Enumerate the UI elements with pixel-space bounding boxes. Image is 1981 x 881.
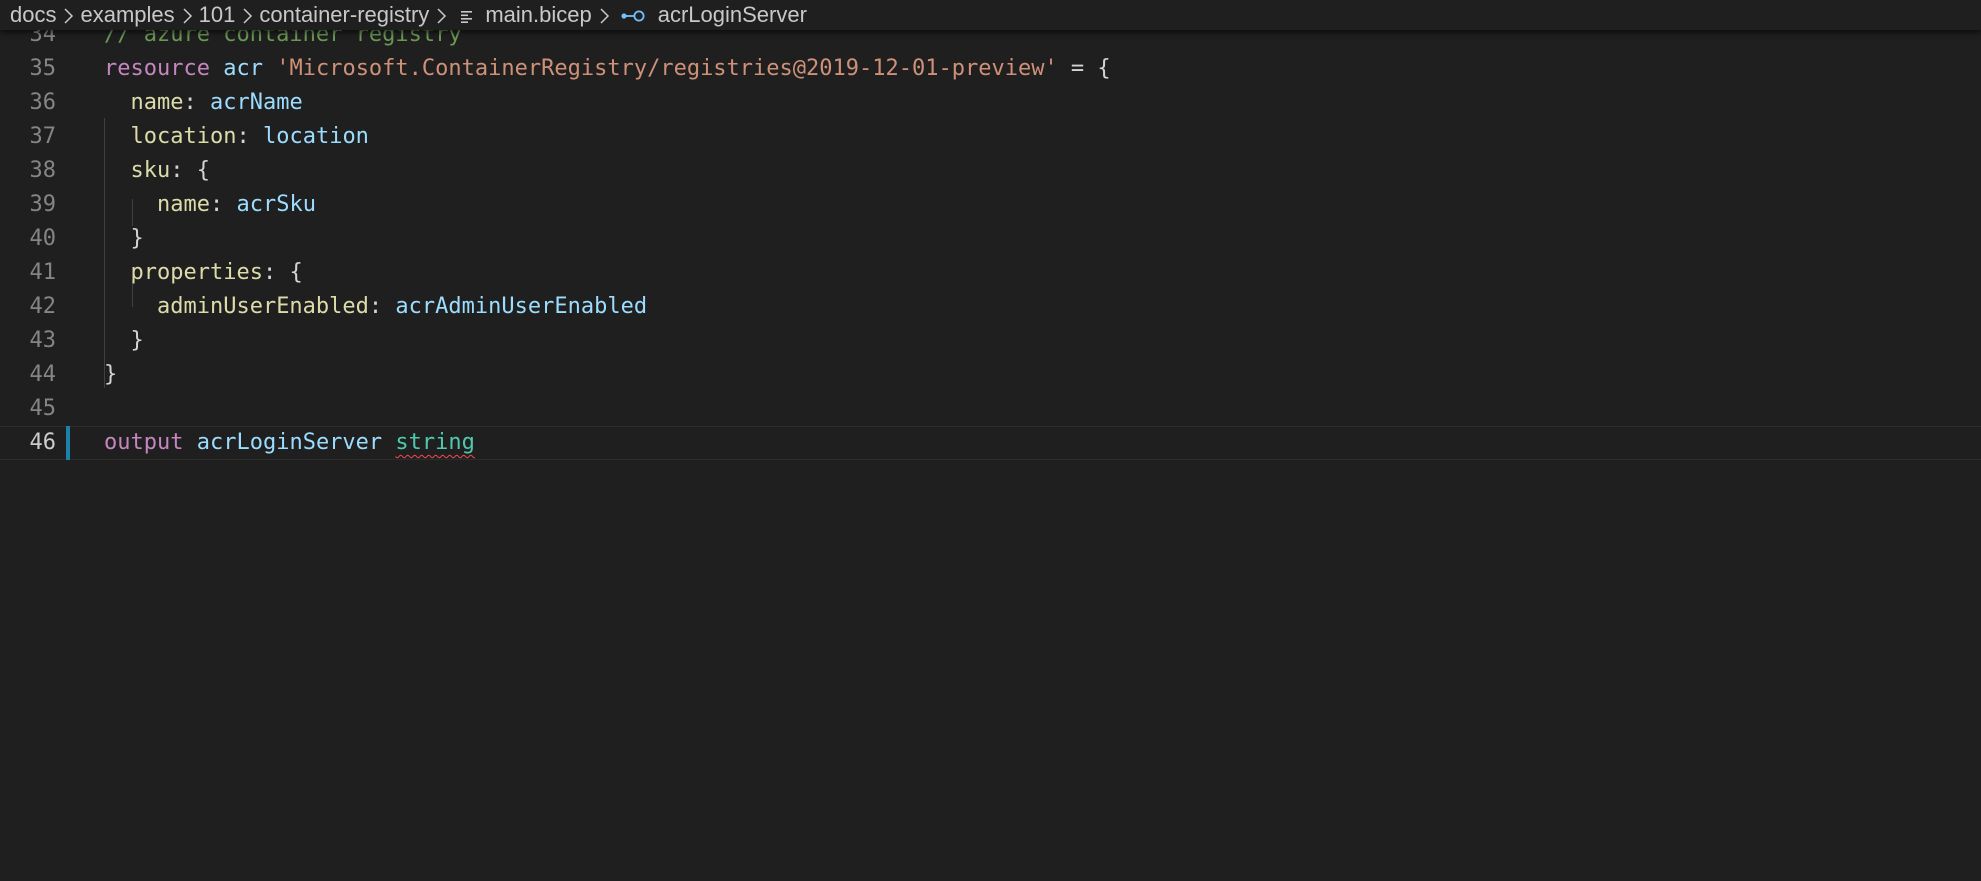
breadcrumb-item-docs[interactable]: docs — [10, 2, 56, 28]
breadcrumb-item-container-registry[interactable]: container-registry — [259, 2, 429, 28]
code-token: : — [209, 192, 237, 217]
chevron-right-icon — [56, 2, 80, 28]
line-number: 41 — [29, 260, 57, 285]
chevron-right-icon — [592, 2, 616, 28]
code-editor[interactable]: 34 // azure container registry 35 resource … — [0, 30, 1981, 881]
code-token: name — [130, 90, 184, 115]
code-token: resource — [104, 56, 210, 81]
code-text: sku: { — [104, 154, 211, 188]
code-token: properties — [130, 260, 263, 285]
code-token: acrLoginServer — [196, 430, 383, 455]
line-number: 44 — [29, 362, 57, 387]
code-token: acrAdminUserEnabled — [395, 294, 648, 319]
line-number: 42 — [29, 294, 57, 319]
code-line[interactable]: 37 location: location — [0, 120, 1981, 154]
code-token: : { — [262, 260, 303, 285]
code-line[interactable]: 40 } — [0, 222, 1981, 256]
code-line[interactable]: 45 — [0, 392, 1981, 426]
code-token: output — [104, 430, 184, 455]
breadcrumb-symbol-label: acrLoginServer — [657, 2, 807, 27]
code-token: : — [368, 294, 396, 319]
line-number: 34 — [29, 30, 57, 47]
code-text: resource acr 'Microsoft.ContainerRegistr… — [104, 52, 1111, 86]
line-number: 39 — [29, 192, 57, 217]
code-line[interactable]: 36 name: acrName — [0, 86, 1981, 120]
code-token: } — [104, 226, 144, 251]
code-line[interactable]: 41 properties: { — [0, 256, 1981, 290]
code-token: : — [236, 124, 263, 149]
line-number: 38 — [29, 158, 57, 183]
breadcrumb-item-examples[interactable]: examples — [80, 2, 174, 28]
code-text: properties: { — [104, 256, 303, 290]
code-text: output acrLoginServer string — [104, 426, 475, 460]
code-token: : { — [170, 158, 210, 183]
symbol-field-icon — [621, 10, 645, 22]
code-line[interactable]: 39 name: acrSku — [0, 188, 1981, 222]
line-number: 46 — [29, 430, 57, 455]
code-text: } — [104, 324, 144, 358]
modified-line-marker — [66, 426, 70, 460]
code-line[interactable]: 35 resource acr 'Microsoft.ContainerRegis… — [0, 52, 1981, 86]
code-token: // azure container registry — [104, 30, 462, 47]
chevron-right-icon — [235, 2, 259, 28]
code-token: location — [262, 124, 369, 149]
code-text: location: location — [104, 120, 369, 154]
line-number: 45 — [29, 396, 57, 421]
code-text: name: acrName — [104, 86, 303, 120]
code-token: acrName — [209, 90, 303, 115]
code-text: name: acrSku — [104, 188, 316, 222]
code-token: sku — [130, 158, 171, 183]
code-token: 'Microsoft.ContainerRegistry/registries@… — [276, 56, 1058, 81]
file-lines-icon — [461, 11, 473, 24]
code-token: acrSku — [236, 192, 316, 217]
code-line[interactable]: 34 // azure container registry — [0, 30, 1981, 52]
code-token: = { — [1057, 56, 1111, 81]
breadcrumb: docs examples 101 container-registry mai… — [0, 0, 1981, 30]
code-line[interactable]: 42 adminUserEnabled: acrAdminUserEnabled — [0, 290, 1981, 324]
code-token: : — [183, 90, 210, 115]
code-token-error: string — [395, 430, 475, 455]
chevron-right-icon — [175, 2, 199, 28]
code-text: } — [104, 358, 117, 392]
breadcrumb-item-file[interactable]: main.bicep — [459, 2, 592, 28]
code-text: adminUserEnabled: acrAdminUserEnabled — [104, 290, 647, 324]
breadcrumb-file-label: main.bicep — [485, 2, 592, 27]
code-token: } — [104, 362, 118, 387]
code-text: } — [104, 222, 144, 256]
code-token: acr — [223, 56, 263, 81]
code-text: // azure container registry — [104, 30, 462, 52]
code-token: location — [130, 124, 237, 149]
line-number: 37 — [29, 124, 57, 149]
chevron-right-icon — [429, 2, 453, 28]
code-line[interactable]: 46 output acrLoginServer string — [0, 426, 1981, 460]
line-number: 40 — [29, 226, 57, 251]
line-number: 35 — [29, 56, 57, 81]
code-line[interactable]: 43 } — [0, 324, 1981, 358]
code-token: } — [104, 328, 144, 353]
breadcrumb-item-symbol[interactable]: acrLoginServer — [620, 2, 807, 28]
breadcrumb-item-101[interactable]: 101 — [199, 2, 236, 28]
code-line[interactable]: 44} — [0, 358, 1981, 392]
line-number: 36 — [29, 90, 57, 115]
line-number: 43 — [29, 328, 57, 353]
code-line[interactable]: 38 sku: { — [0, 154, 1981, 188]
code-token: name — [156, 192, 210, 217]
code-token: adminUserEnabled — [156, 294, 369, 319]
